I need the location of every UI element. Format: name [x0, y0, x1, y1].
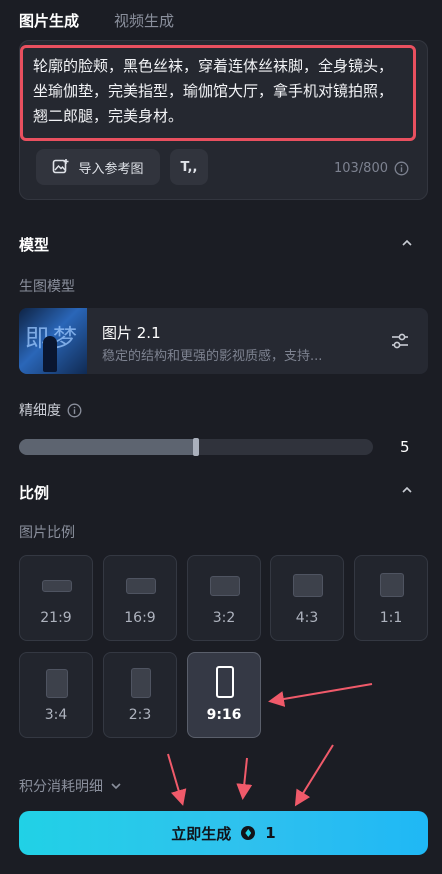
- text-format-button[interactable]: T,,: [170, 149, 208, 185]
- detail-level-value: 5: [400, 438, 410, 456]
- ratio-label: 3:4: [44, 707, 68, 723]
- ratio-section-title: 比例: [19, 484, 50, 502]
- model-name: 图片 2.1: [102, 324, 161, 342]
- image-add-icon: [53, 159, 69, 174]
- detail-level-label: 精细度: [19, 400, 82, 420]
- import-reference-label: 导入参考图: [78, 161, 144, 177]
- char-counter-text: 103/800: [333, 161, 388, 176]
- ratio-shape: [293, 574, 323, 597]
- info-icon[interactable]: [394, 161, 409, 176]
- model-sub-label: 生图模型: [19, 279, 75, 295]
- info-icon[interactable]: [67, 403, 82, 418]
- arrow: [167, 753, 187, 806]
- credit-coin-icon: [241, 826, 256, 840]
- ratio-option-9-16[interactable]: 9:16: [187, 652, 261, 738]
- ratio-label: 16:9: [124, 610, 156, 626]
- chevron-up-icon[interactable]: [402, 238, 412, 248]
- generate-button[interactable]: 立即生成 1: [19, 811, 428, 855]
- ratio-label: 1:1: [379, 610, 403, 626]
- ratio-option-2-3[interactable]: 2:3: [103, 652, 177, 738]
- ratio-shape: [210, 576, 240, 596]
- model-card[interactable]: 即梦 图片 2.1 稳定的结构和更强的影视质感，支持...: [19, 308, 428, 374]
- tab-bar: 图片生成 视频生成: [0, 0, 442, 44]
- ratio-option-4-3[interactable]: 4:3: [270, 555, 344, 641]
- ratio-shape: [216, 666, 234, 698]
- ratio-label: 3:2: [212, 610, 236, 626]
- ratio-option-3-2[interactable]: 3:2: [187, 555, 261, 641]
- generate-cost: 1: [265, 824, 276, 842]
- arrow: [268, 683, 373, 707]
- arrow: [294, 744, 334, 807]
- prompt-card: 轮廓的脸颊，黑色丝袜，穿着连体丝袜脚，全身镜头，坐瑜伽垫，完美指型，瑜伽馆大厅，…: [19, 40, 428, 200]
- credits-detail-label: 积分消耗明细: [19, 779, 103, 795]
- detail-level-text: 精细度: [19, 403, 61, 419]
- ratio-shape: [131, 668, 151, 698]
- ratio-option-1-1[interactable]: 1:1: [354, 555, 428, 641]
- ratio-option-16-9[interactable]: 16:9: [103, 555, 177, 641]
- tab-video-generation[interactable]: 视频生成: [114, 10, 174, 31]
- prompt-textarea[interactable]: 轮廓的脸颊，黑色丝袜，穿着连体丝袜脚，全身镜头，坐瑜伽垫，完美指型，瑜伽馆大厅，…: [20, 45, 416, 141]
- ratio-label: 4:3: [295, 610, 319, 626]
- model-thumbnail: 即梦: [19, 308, 87, 374]
- ratio-shape: [46, 669, 68, 698]
- char-counter: 103/800: [334, 161, 409, 176]
- settings-sliders-icon[interactable]: [390, 332, 410, 350]
- ratio-label: 21:9: [40, 610, 72, 626]
- ratio-shape: [126, 578, 156, 594]
- ratio-label: 9:16: [206, 707, 242, 723]
- ratio-option-3-4[interactable]: 3:4: [19, 652, 93, 738]
- ratio-option-21-9[interactable]: 21:9: [19, 555, 93, 641]
- slider-handle[interactable]: [193, 438, 199, 456]
- chevron-down-icon: [111, 783, 121, 790]
- generate-label: 立即生成: [171, 824, 232, 843]
- ratio-shape: [42, 580, 72, 592]
- ratio-sub-label: 图片比例: [19, 525, 75, 541]
- tab-image-generation[interactable]: 图片生成: [19, 10, 79, 31]
- credits-detail-toggle[interactable]: 积分消耗明细: [19, 776, 121, 796]
- slider-fill: [19, 439, 196, 455]
- thumbnail-figure: [43, 336, 57, 372]
- arrow: [236, 757, 253, 800]
- import-reference-button[interactable]: 导入参考图: [36, 149, 160, 185]
- ratio-shape: [380, 573, 404, 597]
- chevron-up-icon[interactable]: [402, 485, 412, 495]
- model-description: 稳定的结构和更强的影视质感，支持...: [102, 349, 323, 364]
- ratio-label: 2:3: [128, 707, 152, 723]
- detail-level-slider[interactable]: [19, 438, 373, 456]
- model-section-title: 模型: [19, 236, 50, 254]
